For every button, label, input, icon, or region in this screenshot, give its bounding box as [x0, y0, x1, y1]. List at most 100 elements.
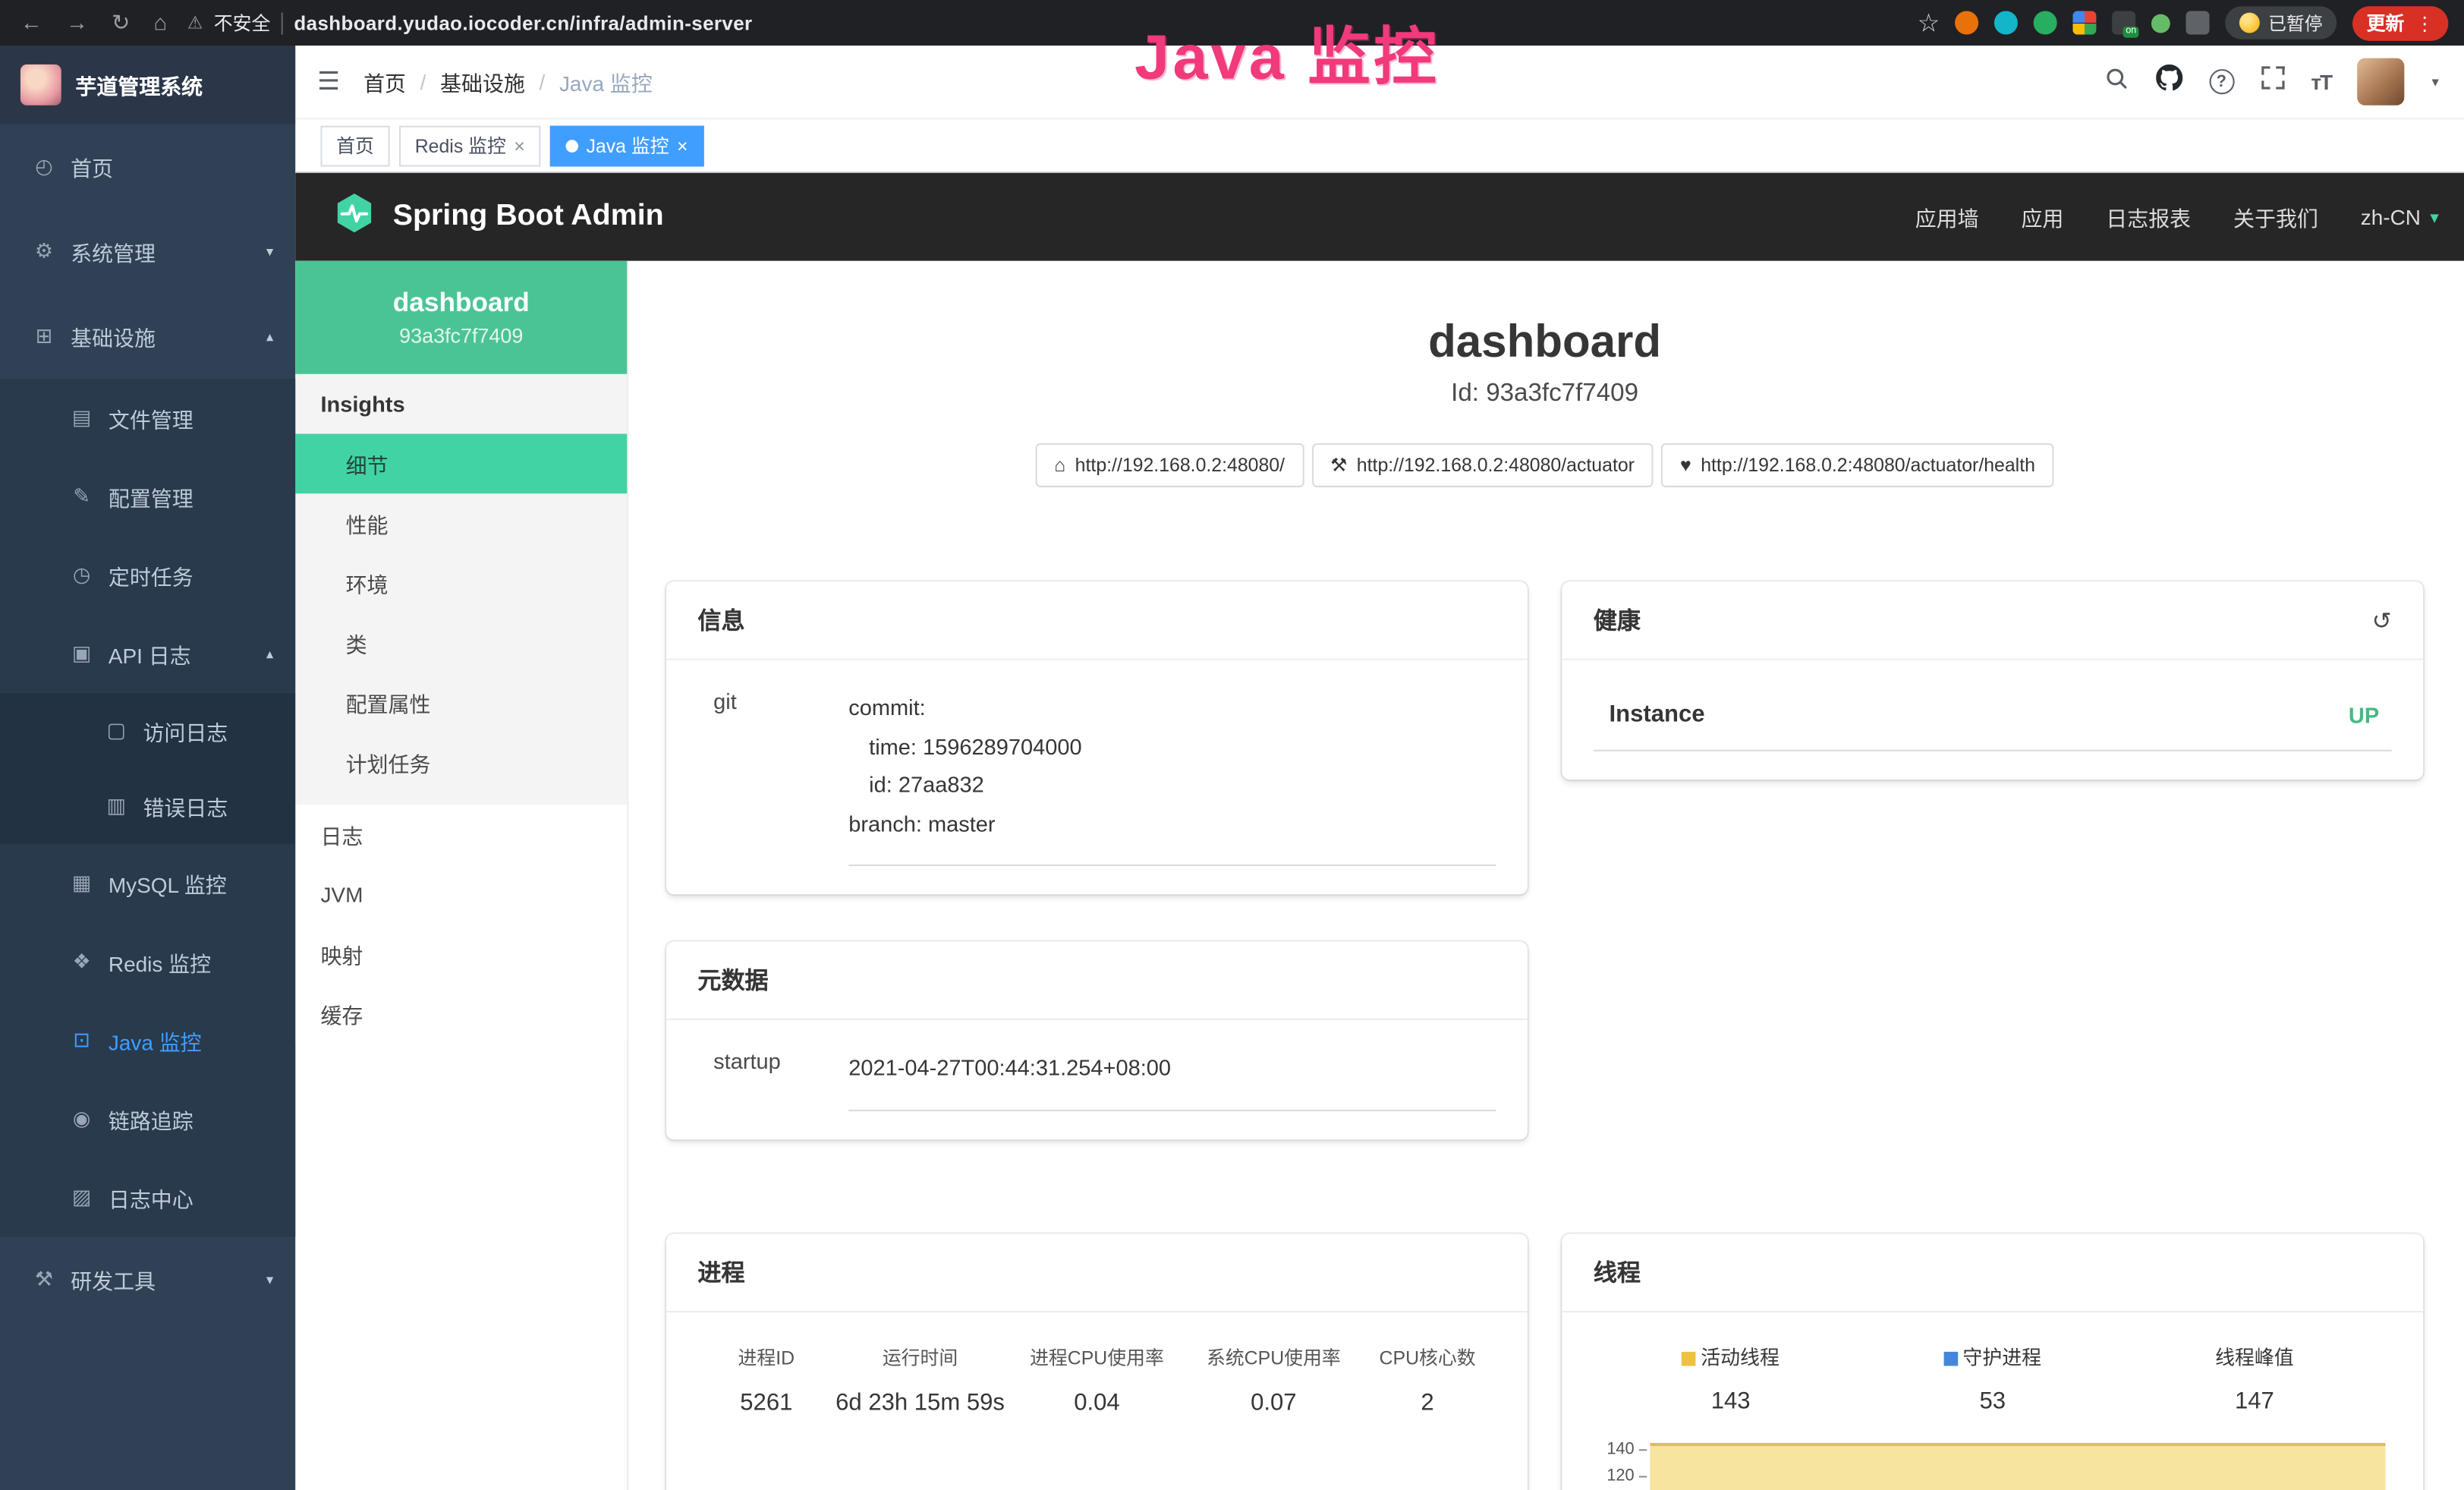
- sidebar-item-scheduled-tasks[interactable]: ◷ 定时任务: [0, 536, 295, 615]
- insight-item-classes[interactable]: 类: [295, 613, 627, 673]
- sidebar-item-label: 日志中心: [109, 1182, 194, 1213]
- tools-icon: ⚒: [31, 1267, 56, 1292]
- chevron-down-icon: ▾: [2430, 206, 2438, 227]
- chevron-down-icon[interactable]: ▾: [2431, 73, 2438, 90]
- sidebar-item-api-log[interactable]: ▣ API 日志 ▴: [0, 615, 295, 694]
- sidebar-item-system[interactable]: ⚙ 系统管理 ▾: [0, 209, 295, 294]
- metadata-card-title: 元数据: [697, 963, 768, 996]
- extension-icon[interactable]: [1995, 11, 2019, 34]
- live-threads-area: [1650, 1442, 2385, 1490]
- breadcrumb-home[interactable]: 首页: [363, 66, 406, 97]
- legend-blue-swatch: [1944, 1351, 1959, 1366]
- sidebar-item-error-log[interactable]: ▥ 错误日志: [0, 769, 295, 844]
- extensions-puzzle-icon[interactable]: [2073, 11, 2097, 34]
- threads-legend: 活动线程 143 守护进程 53 线程峰值 14: [1594, 1340, 2392, 1413]
- update-button[interactable]: 更新 ⋮: [2352, 5, 2448, 40]
- legend-value: 147: [2123, 1387, 2385, 1413]
- locale-selector[interactable]: zh-CN ▾: [2361, 205, 2439, 228]
- search-icon[interactable]: [2104, 65, 2129, 98]
- reload-icon[interactable]: ↻: [112, 9, 130, 36]
- sba-brand[interactable]: Spring Boot Admin: [333, 191, 664, 243]
- sba-link-applications[interactable]: 应用: [2021, 201, 2063, 232]
- hamburger-icon[interactable]: ☰: [317, 66, 340, 97]
- back-icon[interactable]: ←: [20, 9, 42, 36]
- instance-nav-caches[interactable]: 缓存: [295, 984, 627, 1044]
- extension-icon[interactable]: [2152, 14, 2171, 33]
- instance-nav-jvm[interactable]: JVM: [295, 865, 627, 925]
- legend-label: 活动线程: [1701, 1347, 1780, 1369]
- stat-label: 系统CPU使用率: [1185, 1343, 1362, 1369]
- sba-link-journal[interactable]: 日志报表: [2106, 201, 2191, 232]
- insight-item-details[interactable]: 细节: [295, 434, 627, 494]
- actuator-url-button[interactable]: ⚒ http://192.168.0.2:48080/actuator: [1311, 443, 1654, 487]
- github-icon[interactable]: [2155, 65, 2182, 99]
- process-card: 进程 进程ID 5261 运行时间: [666, 1233, 1528, 1490]
- sidebar-item-label: 系统管理: [71, 236, 156, 267]
- font-size-icon[interactable]: тT: [2311, 70, 2331, 93]
- insight-item-metrics[interactable]: 性能: [295, 493, 627, 553]
- sidebar-item-home[interactable]: ◴ 首页: [0, 124, 295, 209]
- sidebar-item-dev-tools[interactable]: ⚒ 研发工具 ▾: [0, 1237, 295, 1322]
- app-logo[interactable]: 芋道管理系统: [0, 46, 295, 124]
- sba-brand-title: Spring Boot Admin: [393, 200, 664, 235]
- chevron-up-icon: ▴: [266, 645, 273, 663]
- legend-label: 守护进程: [1962, 1347, 2041, 1369]
- address-bar[interactable]: ⚠ 不安全 dashboard.yudao.iocoder.cn/infra/a…: [187, 9, 1918, 36]
- sidebar-item-access-log[interactable]: ▢ 访问日志: [0, 693, 295, 768]
- sidebar-item-mysql-monitor[interactable]: ▦ MySQL 监控: [0, 844, 295, 923]
- paused-badge[interactable]: 已暂停: [2226, 6, 2337, 39]
- insight-item-environment[interactable]: 环境: [295, 553, 627, 613]
- extension-icon[interactable]: [2034, 11, 2058, 34]
- instance-nav-mappings[interactable]: 映射: [295, 925, 627, 984]
- wrench-icon: ⚒: [1330, 454, 1347, 476]
- bookmark-star-icon[interactable]: ☆: [1918, 7, 1940, 38]
- close-icon[interactable]: ×: [514, 134, 525, 156]
- sidebar-item-label: 错误日志: [143, 791, 228, 822]
- browser-home-icon[interactable]: ⌂: [153, 9, 167, 36]
- close-icon[interactable]: ×: [677, 134, 688, 156]
- sidebar-item-config-management[interactable]: ✎ 配置管理: [0, 458, 295, 537]
- extension-icon[interactable]: on: [2113, 11, 2136, 34]
- instance-sidebar: dashboard 93a3fc7f7409 Insights 细节 性能 环境…: [295, 261, 628, 1490]
- sba-link-wallboard[interactable]: 应用墙: [1915, 201, 1979, 232]
- process-stat-pid: 进程ID 5261: [701, 1343, 832, 1415]
- status-badge: UP: [2349, 702, 2379, 727]
- tags-view-bar: 首页 Redis 监控 × Java 监控 ×: [295, 118, 2464, 172]
- forward-icon[interactable]: →: [66, 9, 88, 36]
- edit-icon: ✎: [69, 484, 94, 509]
- avatar[interactable]: [2358, 58, 2405, 106]
- browser-menu-icon[interactable]: ⋮: [2415, 12, 2434, 34]
- sidebar-item-java-monitor[interactable]: ⊡ Java 监控: [0, 1001, 295, 1080]
- tab-java-monitor[interactable]: Java 监控 ×: [550, 125, 703, 166]
- process-stat-system-cpu: 系统CPU使用率 0.07: [1185, 1343, 1362, 1415]
- health-row-instance[interactable]: Instance UP: [1594, 688, 2392, 751]
- stat-value: 2: [1362, 1389, 1493, 1416]
- help-icon[interactable]: ?: [2209, 69, 2234, 94]
- mysql-icon: ▦: [69, 871, 94, 896]
- sidebar-item-log-center[interactable]: ▨ 日志中心: [0, 1158, 295, 1237]
- page-instance-id: Id: 93a3fc7f7409: [666, 380, 2423, 408]
- sidebar-item-trace[interactable]: ◉ 链路追踪: [0, 1080, 295, 1159]
- history-refresh-icon[interactable]: ↺: [2372, 606, 2392, 634]
- extension-icon[interactable]: [1956, 11, 1979, 34]
- instance-id: 93a3fc7f7409: [399, 324, 523, 348]
- extension-icon[interactable]: [2186, 11, 2210, 34]
- y-tick: 140: [1606, 1440, 1634, 1459]
- tab-redis-monitor[interactable]: Redis 监控 ×: [399, 125, 540, 166]
- sidebar-item-infrastructure[interactable]: ⊞ 基础设施 ▴: [0, 294, 295, 379]
- app-title: 芋道管理系统: [75, 69, 203, 100]
- insight-item-config-props[interactable]: 配置属性: [295, 673, 627, 732]
- instance-nav-logs[interactable]: 日志: [295, 805, 627, 865]
- sidebar-item-file-management[interactable]: ▤ 文件管理: [0, 379, 295, 458]
- legend-live-threads: 活动线程 143: [1600, 1340, 1861, 1413]
- screenshot-root: ← → ↻ ⌂ ⚠ 不安全 dashboard.yudao.iocoder.cn…: [0, 0, 2464, 1490]
- sidebar-item-label: Java 监控: [109, 1025, 202, 1056]
- insight-item-scheduled-tasks[interactable]: 计划任务: [295, 732, 627, 792]
- service-url-button[interactable]: ⌂ http://192.168.0.2:48080/: [1035, 443, 1303, 487]
- breadcrumb-infrastructure[interactable]: 基础设施: [440, 66, 525, 97]
- sidebar-item-redis-monitor[interactable]: ❖ Redis 监控: [0, 923, 295, 1002]
- health-url-button[interactable]: ♥ http://192.168.0.2:48080/actuator/heal…: [1661, 443, 2054, 487]
- tab-home[interactable]: 首页: [320, 125, 389, 166]
- fullscreen-icon[interactable]: [2261, 66, 2284, 97]
- sba-link-about[interactable]: 关于我们: [2233, 201, 2318, 232]
